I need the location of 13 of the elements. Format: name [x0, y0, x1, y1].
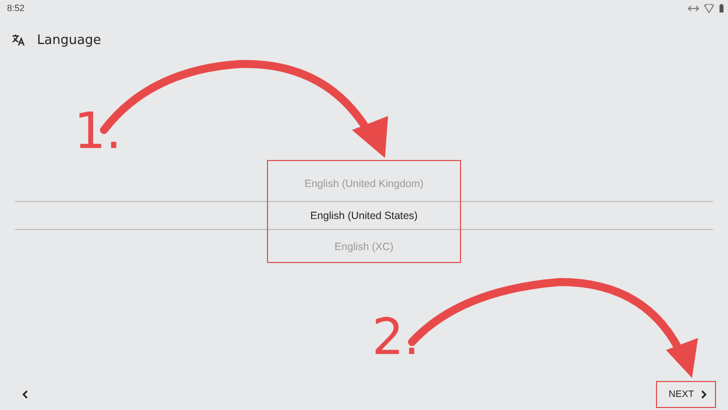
page-title: Language	[37, 32, 102, 48]
data-transfer-icon	[688, 4, 699, 12]
language-option[interactable]: English (United States)	[15, 201, 713, 230]
translate-icon	[12, 34, 25, 46]
chevron-right-icon	[701, 390, 707, 398]
battery-icon	[719, 4, 724, 12]
wifi-icon	[704, 4, 714, 12]
highlight-frame	[656, 381, 716, 408]
status-time: 8:52	[7, 3, 25, 13]
step-number: 2.	[372, 312, 420, 362]
step-number: 1.	[74, 106, 122, 156]
next-button[interactable]: NEXT	[656, 384, 715, 404]
back-icon[interactable]	[22, 390, 28, 399]
